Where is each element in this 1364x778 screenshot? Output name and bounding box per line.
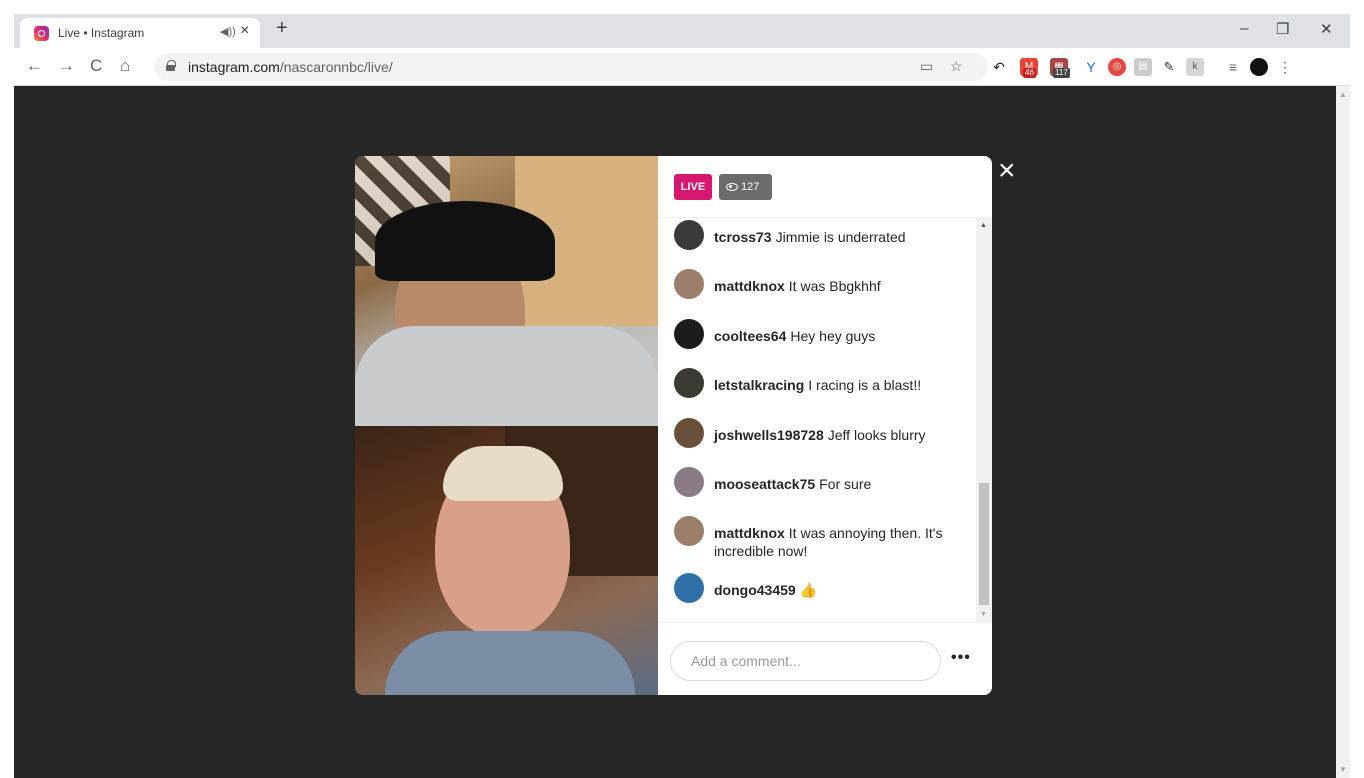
comment-input[interactable] — [670, 641, 941, 681]
comment-composer: ••• — [658, 622, 992, 695]
eye-icon — [726, 183, 738, 192]
comment-body: For sure — [819, 476, 872, 492]
home-icon[interactable]: ⌂ — [120, 56, 130, 76]
y-extension-icon[interactable]: Y — [1082, 58, 1100, 76]
url-text[interactable]: instagram.com/nascaronnbc/live/ — [188, 59, 393, 75]
comment-body: Jimmie is underrated — [775, 229, 906, 245]
comment-username[interactable]: letstalkracing — [714, 377, 804, 393]
comment-body: I racing is a blast!! — [808, 377, 922, 393]
live-video[interactable] — [355, 156, 658, 695]
avatar[interactable] — [674, 319, 704, 349]
page-backdrop: × LIVE 127 tcross73 Jimmie is underrated… — [14, 86, 1336, 778]
instagram-icon — [34, 26, 49, 41]
address-bar[interactable]: instagram.com/nascaronnbc/live/ ▭ ☆ — [154, 53, 988, 81]
close-window-button[interactable]: ✕ — [1320, 20, 1333, 38]
guest-camera-feed — [355, 426, 658, 695]
speaker-icon[interactable]: ◀)) — [220, 25, 236, 38]
forward-icon[interactable]: → — [58, 56, 75, 76]
media-control-icon[interactable]: ≡ — [1224, 58, 1242, 76]
comment-username[interactable]: dongo43459 — [714, 582, 796, 598]
back-icon[interactable]: ← — [26, 56, 43, 76]
avatar[interactable] — [674, 573, 704, 603]
browser-window: Live • Instagram ◀)) × + – ❐ ✕ ← → C ⌂ i… — [14, 14, 1350, 778]
k-extension-icon[interactable]: k — [1186, 58, 1204, 76]
viewer-count: 127 — [741, 181, 760, 193]
live-modal: LIVE 127 tcross73 Jimmie is underrated ma… — [355, 156, 992, 695]
comment-username[interactable]: joshwells198728 — [714, 427, 824, 443]
scroll-down-icon[interactable]: ▼ — [1339, 765, 1347, 774]
comment-username[interactable]: cooltees64 — [714, 328, 786, 344]
avatar[interactable] — [674, 467, 704, 497]
comment-body: It was Bbgkhhf — [788, 278, 881, 294]
circle-extension-icon[interactable]: ◎ — [1108, 58, 1126, 76]
avatar[interactable] — [674, 516, 704, 546]
avatar[interactable] — [674, 269, 704, 299]
comment-body: Jeff looks blurry — [827, 427, 926, 443]
scroll-thumb[interactable] — [979, 483, 989, 605]
host-camera-feed — [355, 156, 658, 426]
extension-icon[interactable]: ↶ — [990, 58, 1008, 76]
minimize-button[interactable]: – — [1240, 20, 1248, 37]
live-header: LIVE 127 — [658, 156, 992, 218]
tab-instagram-live[interactable]: Live • Instagram ◀)) × — [20, 18, 260, 48]
close-live-icon[interactable]: × — [998, 154, 1016, 188]
comment-username[interactable]: tcross73 — [714, 229, 772, 245]
tab-close-button[interactable]: × — [240, 22, 249, 40]
bookmark-star-icon[interactable]: ☆ — [950, 58, 963, 75]
scroll-up-icon[interactable]: ▲ — [1339, 90, 1347, 99]
profile-avatar[interactable] — [1250, 58, 1268, 76]
menu-kebab-icon[interactable]: ⋮ — [1276, 58, 1294, 76]
comment-username[interactable]: mattdknox — [714, 525, 785, 541]
scribble-extension-icon[interactable]: ✎ — [1160, 58, 1178, 76]
avatar[interactable] — [674, 220, 704, 250]
restore-button[interactable]: ❐ — [1276, 20, 1289, 38]
live-badge: LIVE — [674, 174, 712, 200]
tab-strip: Live • Instagram ◀)) × + – ❐ ✕ — [14, 14, 1350, 48]
comment-body: 👍 — [799, 582, 818, 598]
cast-icon[interactable]: ▭ — [920, 58, 933, 75]
comment-body: Hey hey guys — [790, 328, 876, 344]
box-extension-icon[interactable]: ▤ — [1134, 58, 1152, 76]
mail-extension-icon[interactable]: M 46 — [1020, 58, 1038, 78]
page-scrollbar[interactable]: ▲ ▼ — [1336, 86, 1350, 778]
scroll-down-icon[interactable]: ▼ — [980, 611, 987, 618]
viewer-count-badge: 127 — [719, 174, 772, 200]
new-tab-button[interactable]: + — [276, 17, 288, 40]
reload-icon[interactable]: C — [90, 56, 102, 76]
browser-toolbar: ← → C ⌂ instagram.com/nascaronnbc/live/ … — [14, 48, 1350, 86]
more-options-button[interactable]: ••• — [951, 649, 971, 667]
comment-list[interactable]: tcross73 Jimmie is underrated mattdknox It… — [658, 218, 992, 622]
scroll-up-icon[interactable]: ▲ — [980, 222, 987, 229]
comment-username[interactable]: mattdknox — [714, 278, 785, 294]
live-chat-panel: LIVE 127 tcross73 Jimmie is underrated ma… — [658, 156, 992, 695]
comment-scrollbar[interactable]: ▲ ▼ — [976, 218, 992, 622]
lock-icon[interactable] — [166, 60, 176, 71]
comment-username[interactable]: mooseattack75 — [714, 476, 815, 492]
avatar[interactable] — [674, 418, 704, 448]
tab-title: Live • Instagram — [58, 26, 145, 40]
calendar-extension-icon[interactable]: ▦ 117 — [1050, 58, 1070, 78]
avatar[interactable] — [674, 368, 704, 398]
